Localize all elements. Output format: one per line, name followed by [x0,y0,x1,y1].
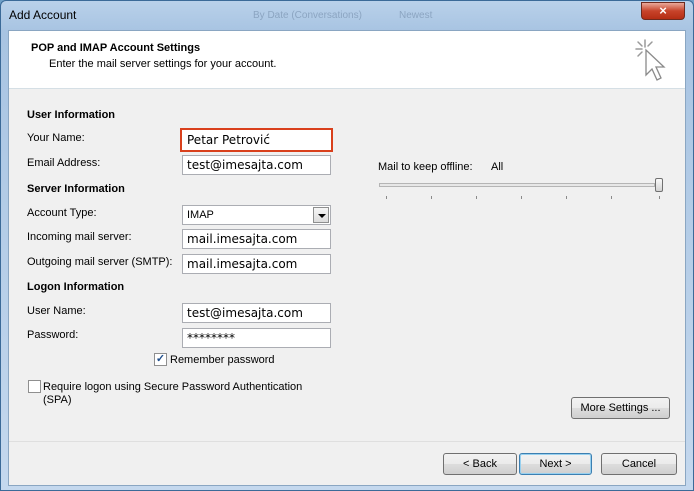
incoming-mail-server-input[interactable]: mail.imesajta.com [182,229,331,249]
background-ghost-text: By Date (Conversations) [253,10,362,21]
spa-checkbox[interactable] [28,380,41,393]
slider-tick [431,196,432,199]
outgoing-mail-server-label: Outgoing mail server (SMTP): [27,256,173,268]
user-name-input[interactable]: test@imesajta.com [182,303,331,323]
mail-offline-label: Mail to keep offline: [378,161,473,173]
account-type-value: IMAP [187,209,214,221]
account-type-select[interactable]: IMAP [182,205,331,225]
close-icon: × [659,3,667,18]
logon-information-heading: Logon Information [27,281,125,293]
header-subtitle: Enter the mail server settings for your … [49,58,277,70]
spa-label: Require logon using Secure Password Auth… [43,381,303,393]
remember-password-checkbox[interactable]: ✓ [154,353,167,366]
email-address-input[interactable]: test@imesajta.com [182,155,331,175]
spa-label-continued: (SPA) [43,394,72,406]
chevron-down-icon[interactable] [313,207,329,223]
header-title: POP and IMAP Account Settings [31,42,201,54]
title-bar[interactable]: Add Account By Date (Conversations) Newe… [1,1,693,29]
close-button[interactable]: × [641,2,685,20]
your-name-input[interactable]: Petar Petrović [180,128,333,152]
more-settings-button[interactable]: More Settings ... [571,397,670,419]
outgoing-mail-server-input[interactable]: mail.imesajta.com [182,254,331,274]
slider-tick [521,196,522,199]
slider-tick [476,196,477,199]
remember-password-label: Remember password [170,354,275,366]
checkmark-icon: ✓ [155,353,166,365]
dialog-client-area: POP and IMAP Account Settings Enter the … [8,30,686,486]
email-address-label: Email Address: [27,157,101,169]
account-type-label: Account Type: [27,207,97,219]
mail-offline-value: All [491,161,504,173]
server-information-heading: Server Information [27,183,125,195]
slider-tick [611,196,612,199]
password-label: Password: [27,329,79,341]
user-name-label: User Name: [27,305,86,317]
slider-tick [386,196,387,199]
window-title: Add Account [9,8,77,22]
offline-slider-track[interactable] [379,183,655,187]
slider-tick [566,196,567,199]
your-name-label: Your Name: [27,132,85,144]
user-information-heading: User Information [27,109,116,121]
dialog-header: POP and IMAP Account Settings Enter the … [9,31,685,89]
footer-divider [9,441,685,442]
incoming-mail-server-label: Incoming mail server: [27,231,132,243]
slider-tick [659,196,660,199]
background-ghost-text: Newest [399,10,433,21]
next-button[interactable]: Next > [519,453,592,475]
back-button[interactable]: < Back [443,453,517,475]
add-account-window: Add Account By Date (Conversations) Newe… [0,0,694,491]
password-input[interactable]: ******** [182,328,331,348]
offline-slider-thumb[interactable] [655,178,663,192]
cancel-button[interactable]: Cancel [601,453,677,475]
wizard-cursor-icon [635,39,666,81]
